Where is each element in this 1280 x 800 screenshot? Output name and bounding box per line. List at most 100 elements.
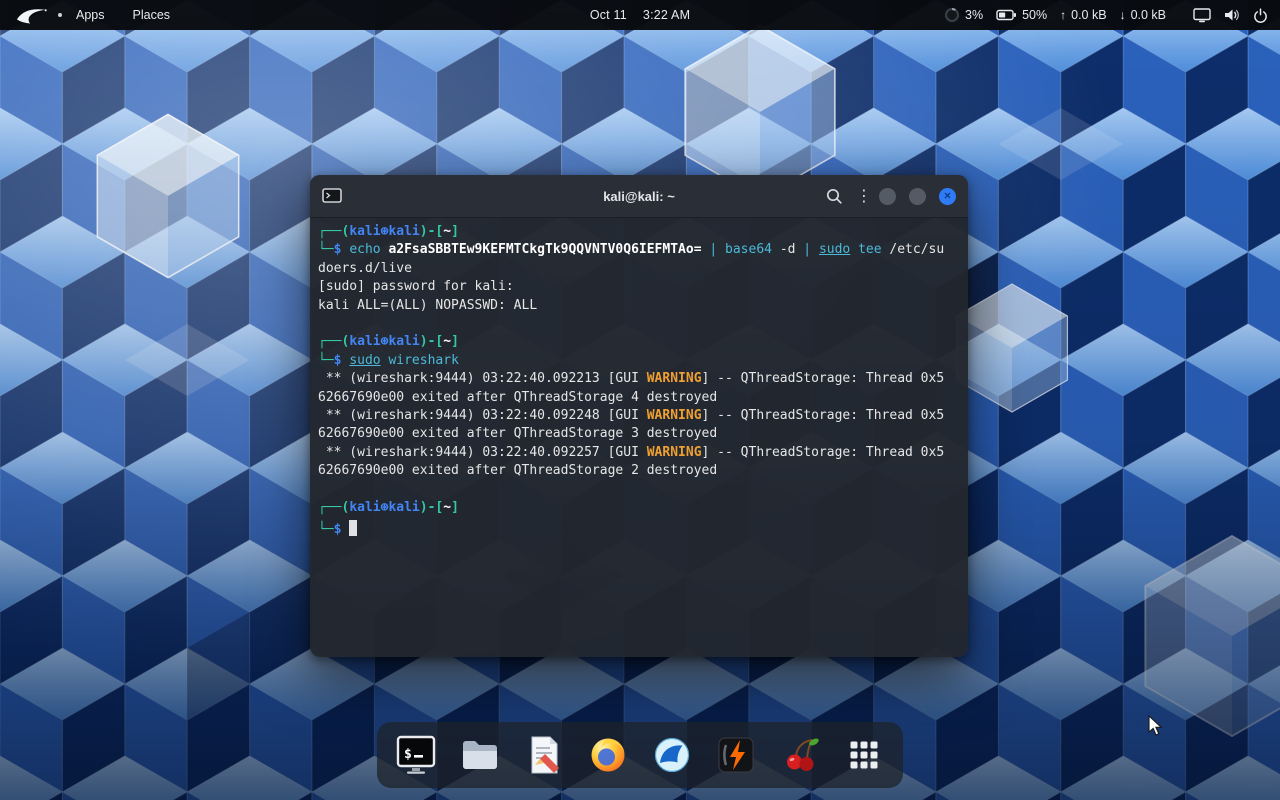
terminal-text-segment: | [803, 242, 819, 257]
terminal-text-segment: -d [780, 242, 803, 257]
terminal-line [318, 315, 960, 333]
terminal-text-segment: ] -- QThreadStorage: Thread 0x5 [702, 445, 945, 460]
battery-icon [996, 9, 1017, 21]
net-up-indicator[interactable]: ↑ 0.0 kB [1060, 0, 1106, 30]
terminal-text-segment: ** (wireshark:9444) 03:22:40.092257 [GUI [318, 445, 647, 460]
terminal-text-segment: ] -- QThreadStorage: Thread 0x5 [702, 371, 945, 386]
terminal-text-segment: └─ [318, 242, 334, 257]
terminal-text-segment: kali ALL=(ALL) NOPASSWD: ALL [318, 298, 537, 313]
terminal-text-segment: ┌──( [318, 500, 349, 515]
clock-date: Oct 11 [590, 8, 627, 22]
terminal-line: ** (wireshark:9444) 03:22:40.092213 [GUI… [318, 370, 960, 388]
kali-logo-icon [16, 5, 48, 25]
terminal-text-segment: kali⊛kali [349, 224, 419, 239]
terminal-text-segment: $ [334, 522, 350, 537]
menu-places[interactable]: Places [119, 0, 185, 30]
dock-terminal[interactable]: $ [393, 732, 439, 778]
close-button[interactable]: × [939, 188, 956, 205]
dock-file-manager[interactable] [457, 732, 503, 778]
power-icon [1253, 8, 1268, 23]
terminal-line: 62667690e00 exited after QThreadStorage … [318, 389, 960, 407]
net-up-value: 0.0 kB [1071, 8, 1106, 22]
dock-firefox[interactable] [585, 732, 631, 778]
terminal-text-segment: tee [858, 242, 881, 257]
menu-kebab-icon[interactable]: ⋮ [856, 188, 866, 204]
dock-burpsuite[interactable] [713, 732, 759, 778]
terminal-text-segment: )-[ [420, 334, 443, 349]
mouse-pointer [1148, 715, 1164, 737]
terminal-line: └─$ sudo wireshark [318, 352, 960, 370]
terminal-line: 62667690e00 exited after QThreadStorage … [318, 462, 960, 480]
terminal-text-segment: /etc/su [882, 242, 945, 257]
dock-text-editor[interactable] [521, 732, 567, 778]
cherrytree-icon [777, 732, 823, 778]
terminal-line [318, 481, 960, 499]
terminal-text-segment: 62667690e00 exited after QThreadStorage … [318, 463, 717, 478]
power-indicator[interactable] [1253, 0, 1268, 30]
upload-arrow-icon: ↑ [1060, 9, 1066, 21]
terminal-line: doers.d/live [318, 260, 960, 278]
terminal-cursor [349, 520, 357, 536]
terminal-text-segment: wireshark [388, 353, 458, 368]
terminal-text-segment: | [709, 242, 725, 257]
app-grid-icon [841, 732, 887, 778]
minimize-button[interactable] [879, 188, 896, 205]
folder-icon [457, 732, 503, 778]
terminal-app-icon: $ [393, 732, 439, 778]
cpu-graph-icon [944, 7, 960, 23]
clock[interactable]: Oct 11 3:22 AM [590, 0, 690, 30]
terminal-titlebar[interactable]: kali@kali: ~ ⋮ × [310, 175, 968, 218]
terminal-text-segment: )-[ [420, 224, 443, 239]
terminal-line: ** (wireshark:9444) 03:22:40.092257 [GUI… [318, 444, 960, 462]
terminal-text-segment: WARNING [647, 445, 702, 460]
terminal-text-segment: ** (wireshark:9444) 03:22:40.092213 [GUI [318, 371, 647, 386]
volume-indicator[interactable] [1224, 0, 1240, 30]
terminal-body[interactable]: ┌──(kali⊛kali)-[~]└─$ echo a2FsaSBBTEw9K… [310, 218, 968, 657]
top-panel: Apps Places Oct 11 3:22 AM 3% 50% ↑ 0.0 … [0, 0, 1280, 30]
terminal-text-segment: ] -- QThreadStorage: Thread 0x5 [702, 408, 945, 423]
cpu-indicator[interactable]: 3% [944, 0, 983, 30]
terminal-line: └─$ [318, 517, 960, 539]
terminal-text-segment: kali⊛kali [349, 334, 419, 349]
terminal-text-segment: base64 [725, 242, 780, 257]
terminal-text-segment: ~ [443, 224, 451, 239]
clock-time: 3:22 AM [643, 8, 690, 22]
dock-cherrytree[interactable] [777, 732, 823, 778]
burpsuite-icon [713, 732, 759, 778]
terminal-text-segment: ┌──( [318, 224, 349, 239]
titlebar-controls: ⋮ × [825, 187, 956, 205]
kali-menu-button[interactable] [12, 0, 52, 30]
search-icon[interactable] [825, 187, 843, 205]
terminal-line: ┌──(kali⊛kali)-[~] [318, 333, 960, 351]
dock-app-grid[interactable] [841, 732, 887, 778]
dock-wireshark[interactable] [649, 732, 695, 778]
download-arrow-icon: ↓ [1120, 9, 1126, 21]
terminal-line: ┌──(kali⊛kali)-[~] [318, 499, 960, 517]
dock: $ [377, 722, 903, 788]
terminal-text-segment: WARNING [647, 371, 702, 386]
terminal-text-segment: a2FsaSBBTEw9KEFMTCkgTk9QQVNTV0Q6IEFMTAo= [388, 242, 701, 257]
terminal-text-segment: kali⊛kali [349, 500, 419, 515]
battery-indicator[interactable]: 50% [996, 0, 1047, 30]
terminal-line: └─$ echo a2FsaSBBTEw9KEFMTCkgTk9QQVNTV0Q… [318, 241, 960, 259]
terminal-text-segment: ] [451, 224, 459, 239]
terminal-text-segment: echo [349, 242, 388, 257]
terminal-text-segment: ~ [443, 500, 451, 515]
speaker-icon [1224, 8, 1240, 22]
text-editor-icon [521, 732, 567, 778]
terminal-window: kali@kali: ~ ⋮ × ┌──(kali⊛kali)-[~]└─$ e… [310, 175, 968, 657]
terminal-text-segment: )-[ [420, 500, 443, 515]
terminal-line: 62667690e00 exited after QThreadStorage … [318, 425, 960, 443]
display-indicator[interactable] [1193, 0, 1211, 30]
terminal-text-segment: sudo [349, 353, 380, 368]
wireshark-icon [649, 732, 695, 778]
menu-apps[interactable]: Apps [62, 0, 119, 30]
terminal-text-segment: └─ [318, 522, 334, 537]
maximize-button[interactable] [909, 188, 926, 205]
terminal-text-segment: ** (wireshark:9444) 03:22:40.092248 [GUI [318, 408, 647, 423]
terminal-text-segment: └─ [318, 353, 334, 368]
net-down-indicator[interactable]: ↓ 0.0 kB [1120, 0, 1166, 30]
cpu-value: 3% [965, 8, 983, 22]
terminal-line: ┌──(kali⊛kali)-[~] [318, 223, 960, 241]
terminal-text-segment: ~ [443, 334, 451, 349]
